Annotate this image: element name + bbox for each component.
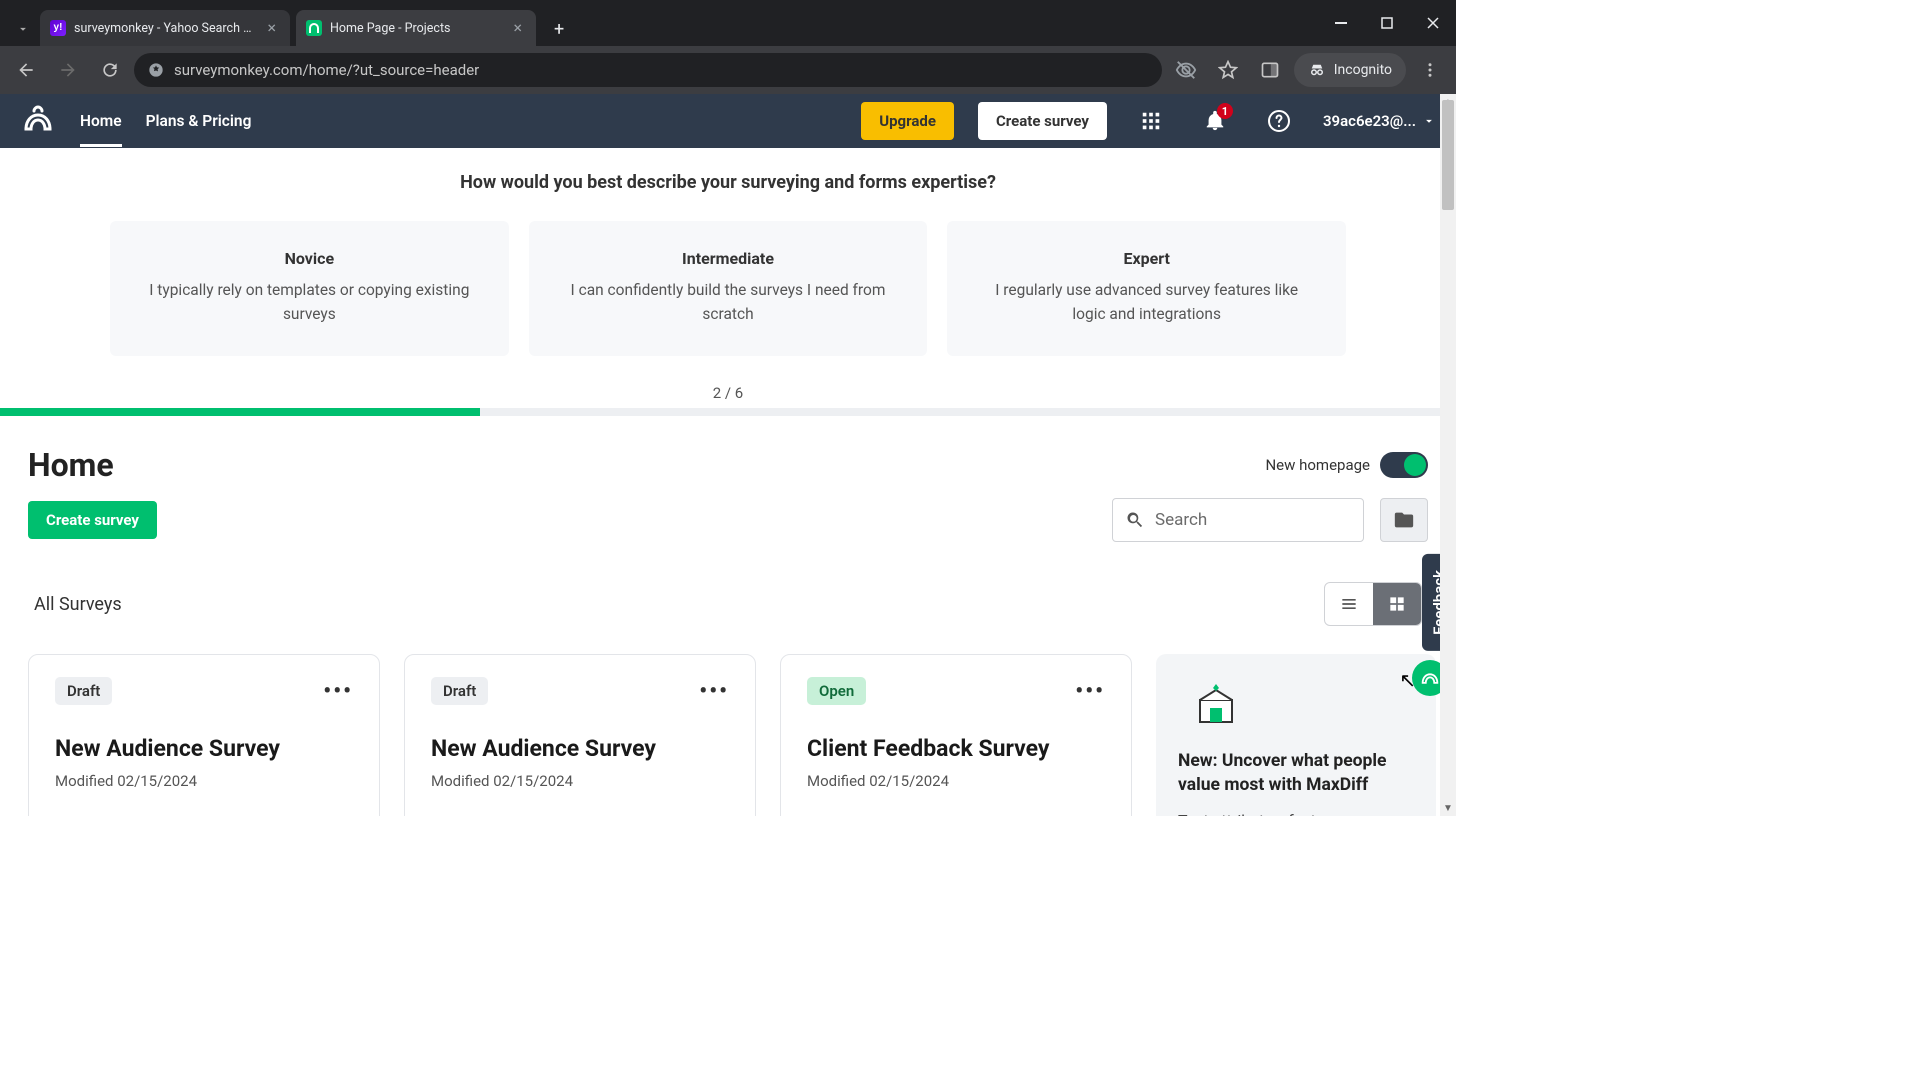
url-text: surveymonkey.com/home/?ut_source=header (174, 61, 479, 79)
reload-button[interactable] (92, 52, 128, 88)
tracking-icon[interactable] (1168, 52, 1204, 88)
page-title: Home (28, 446, 114, 484)
grid-icon (1387, 594, 1407, 614)
expertise-option-intermediate[interactable]: Intermediate I can confidently build the… (529, 221, 928, 356)
tab-title: Home Page - Projects (330, 21, 501, 36)
site-info-icon[interactable] (148, 62, 164, 78)
search-icon (1125, 510, 1145, 530)
promo-card[interactable]: New: Uncover what people value most with… (1156, 654, 1436, 816)
tab-close-icon[interactable]: × (509, 18, 526, 38)
survey-card[interactable]: Draft ••• New Audience Survey Modified 0… (404, 654, 756, 816)
folder-icon (1393, 509, 1415, 531)
upgrade-button[interactable]: Upgrade (861, 102, 954, 140)
browser-tab[interactable]: surveymonkey - Yahoo Search Results × (40, 10, 290, 46)
option-desc: I can confidently build the surveys I ne… (563, 278, 894, 326)
card-more-icon[interactable]: ••• (323, 679, 353, 704)
option-title: Novice (144, 249, 475, 268)
forward-button[interactable] (50, 52, 86, 88)
scrollbar-thumb[interactable] (1442, 100, 1454, 210)
browser-tab[interactable]: Home Page - Projects × (296, 10, 536, 46)
address-bar[interactable]: surveymonkey.com/home/?ut_source=header (134, 53, 1162, 87)
survey-card[interactable]: Open ••• Client Feedback Survey Modified… (780, 654, 1132, 816)
survey-title: New Audience Survey (431, 735, 729, 762)
page-viewport: Home Plans & Pricing Upgrade Create surv… (0, 94, 1456, 816)
card-more-icon[interactable]: ••• (699, 679, 729, 704)
incognito-icon (1308, 61, 1326, 79)
survey-meta: Modified 02/15/2024 (55, 772, 353, 790)
surveys-grid: Draft ••• New Audience Survey Modified 0… (28, 654, 1428, 816)
browser-tab-strip: surveymonkey - Yahoo Search Results × Ho… (0, 0, 1456, 46)
status-badge: Draft (431, 677, 488, 705)
promo-title: New: Uncover what people value most with… (1178, 750, 1414, 797)
home-section: Home New homepage Create survey Search A… (0, 424, 1456, 816)
browser-menu-icon[interactable] (1412, 52, 1448, 88)
onboarding-progress-bar (0, 408, 1456, 416)
tab-search-button[interactable] (6, 12, 40, 46)
survey-title: New Audience Survey (55, 735, 353, 762)
chevron-down-icon (1422, 114, 1436, 128)
onboarding-step-counter: 2 / 6 (110, 384, 1346, 402)
incognito-label: Incognito (1334, 62, 1392, 78)
window-controls (1318, 0, 1456, 46)
browser-toolbar: surveymonkey.com/home/?ut_source=header … (0, 46, 1456, 94)
folder-button[interactable] (1380, 498, 1428, 542)
surveys-heading: All Surveys (34, 594, 122, 615)
surveymonkey-logo-icon[interactable] (20, 103, 56, 139)
user-menu[interactable]: 39ac6e23@... (1323, 112, 1436, 130)
onboarding-question: How would you best describe your surveyi… (110, 172, 1346, 193)
search-placeholder: Search (1155, 510, 1207, 530)
status-badge: Draft (55, 677, 112, 705)
option-desc: I typically rely on templates or copying… (144, 278, 475, 326)
status-badge: Open (807, 677, 866, 705)
create-survey-button[interactable]: Create survey (28, 501, 157, 539)
maximize-button[interactable] (1364, 0, 1410, 46)
survey-card[interactable]: Draft ••• New Audience Survey Modified 0… (28, 654, 380, 816)
user-label: 39ac6e23@... (1323, 112, 1416, 130)
search-input[interactable]: Search (1112, 498, 1364, 542)
help-icon[interactable] (1259, 101, 1299, 141)
apps-grid-icon[interactable] (1131, 101, 1171, 141)
progress-fill (0, 408, 480, 416)
new-tab-button[interactable]: + (542, 13, 576, 46)
expertise-option-expert[interactable]: Expert I regularly use advanced survey f… (947, 221, 1346, 356)
notification-badge: 1 (1217, 103, 1233, 119)
expertise-option-novice[interactable]: Novice I typically rely on templates or … (110, 221, 509, 356)
close-window-button[interactable] (1410, 0, 1456, 46)
option-title: Expert (981, 249, 1312, 268)
tab-title: surveymonkey - Yahoo Search Results (74, 21, 255, 36)
side-panel-icon[interactable] (1252, 52, 1288, 88)
maxdiff-promo-icon (1186, 682, 1246, 732)
incognito-chip[interactable]: Incognito (1294, 53, 1406, 87)
card-more-icon[interactable]: ••• (1075, 679, 1105, 704)
minimize-button[interactable] (1318, 0, 1364, 46)
tab-close-icon[interactable]: × (263, 18, 280, 38)
grid-view-button[interactable] (1373, 583, 1421, 625)
yahoo-favicon-icon (50, 20, 66, 36)
option-desc: I regularly use advanced survey features… (981, 278, 1312, 326)
promo-body: Test attributes, features, or products w… (1178, 809, 1414, 816)
new-homepage-toggle[interactable] (1380, 452, 1428, 478)
survey-meta: Modified 02/15/2024 (431, 772, 729, 790)
option-title: Intermediate (563, 249, 894, 268)
create-survey-button[interactable]: Create survey (978, 102, 1107, 140)
surveymonkey-favicon-icon (306, 20, 322, 36)
vertical-scrollbar[interactable]: ▲ ▼ (1440, 94, 1456, 816)
view-toggle (1324, 582, 1422, 626)
survey-title: Client Feedback Survey (807, 735, 1105, 762)
bookmark-icon[interactable] (1210, 52, 1246, 88)
nav-home-link[interactable]: Home (80, 112, 122, 147)
onboarding-panel: How would you best describe your surveyi… (0, 148, 1456, 424)
notifications-icon[interactable]: 1 (1195, 101, 1235, 141)
list-view-button[interactable] (1325, 583, 1373, 625)
scroll-down-icon[interactable]: ▼ (1440, 800, 1456, 816)
list-icon (1339, 594, 1359, 614)
toggle-label: New homepage (1265, 456, 1370, 474)
back-button[interactable] (8, 52, 44, 88)
survey-meta: Modified 02/15/2024 (807, 772, 1105, 790)
nav-plans-link[interactable]: Plans & Pricing (146, 112, 252, 130)
app-navbar: Home Plans & Pricing Upgrade Create surv… (0, 94, 1456, 148)
